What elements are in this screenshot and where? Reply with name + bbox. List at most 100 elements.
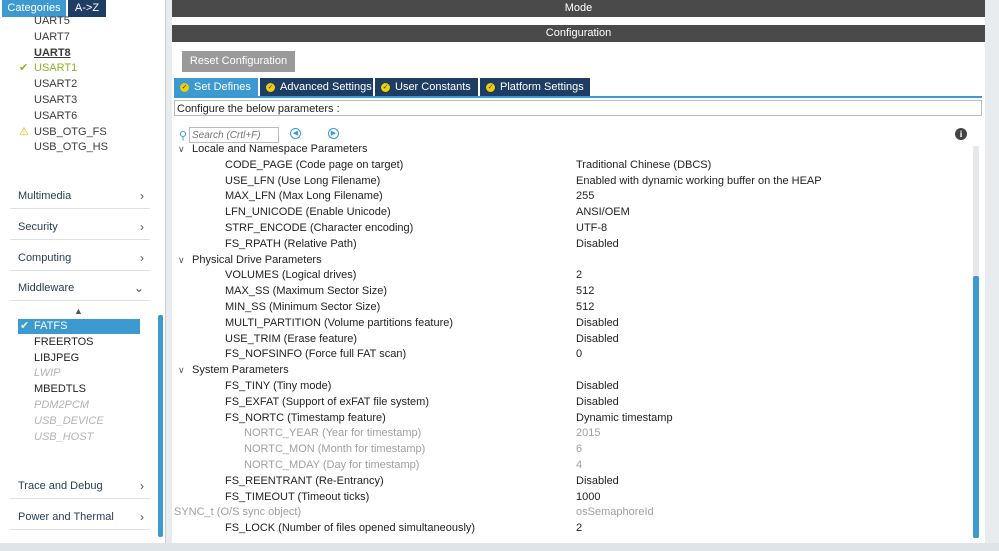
- left-scrollbar[interactable]: [158, 315, 163, 537]
- section-computing[interactable]: Computing ›: [10, 246, 150, 271]
- parameter-row[interactable]: MIN_SS (Minimum Sector Size) 512: [174, 300, 970, 315]
- peripheral-item[interactable]: USB_OTG_HS: [0, 140, 160, 155]
- categories-panel: Categories A->Z UART5 UART7 UART8 ✔ USART1 US…: [0, 0, 166, 543]
- parameter-row[interactable]: FS_REENTRANT (Re-Entrancy) Disabled: [174, 474, 970, 489]
- parameter-row[interactable]: MAX_LFN (Max Long Filename) 255: [174, 189, 970, 204]
- parameter-row[interactable]: VOLUMES (Logical drives) 2: [174, 268, 970, 283]
- config-tabs: ✓ Set Defines ✓ Advanced Settings ✓ User Co…: [174, 78, 982, 98]
- parameter-name: FS_EXFAT (Support of exFAT file system): [225, 395, 429, 408]
- peripheral-item[interactable]: USART3: [0, 93, 160, 108]
- parameter-row[interactable]: NORTC_MDAY (Day for timestamp) 4: [174, 458, 970, 473]
- peripheral-item[interactable]: USART2: [0, 77, 160, 92]
- parameter-group[interactable]: ∨ Locale and Namespace Parameters: [174, 143, 970, 157]
- parameter-value: 0: [576, 348, 583, 361]
- parameter-value: 4: [576, 459, 583, 471]
- parameter-row[interactable]: MAX_SS (Maximum Sector Size) 512: [174, 284, 970, 299]
- parameter-row[interactable]: FS_EXFAT (Support of exFAT file system) D…: [174, 395, 970, 410]
- parameter-row[interactable]: FS_TINY (Tiny mode) Disabled: [174, 379, 970, 394]
- parameter-name: MULTI_PARTITION (Volume partitions featu…: [225, 316, 454, 329]
- chevron-right-icon: ›: [140, 220, 144, 234]
- info-icon[interactable]: i: [955, 128, 967, 140]
- parameter-value: ANSI/OEM: [576, 206, 630, 219]
- parameter-group[interactable]: ∨ System Parameters: [174, 363, 970, 378]
- parameter-group[interactable]: ∨ Physical Drive Parameters: [174, 253, 970, 268]
- previous-icon[interactable]: ◀: [290, 128, 301, 139]
- middleware-item[interactable]: USB_DEVICE: [18, 414, 140, 429]
- parameter-value: Traditional Chinese (DBCS): [576, 158, 712, 171]
- peripheral-label: USART2: [34, 78, 78, 91]
- parameter-list: ∨ Locale and Namespace Parameters CODE_PAG…: [174, 143, 970, 539]
- parameter-value: 2015: [576, 427, 601, 440]
- parameter-row[interactable]: CODE_PAGE (Code page on target) Tradition…: [174, 158, 970, 173]
- middleware-label: FREERTOS: [34, 335, 94, 348]
- scrollbar-thumb[interactable]: [973, 276, 979, 538]
- parameter-name: USE_LFN (Use Long Filename): [225, 174, 381, 187]
- chevron-down-icon[interactable]: ∨: [178, 253, 185, 268]
- parameter-row[interactable]: NORTC_MON (Month for timestamp) 6: [174, 442, 970, 457]
- parameter-row[interactable]: USE_TRIM (Erase feature) Disabled: [174, 332, 970, 347]
- parameter-value: 255: [576, 190, 595, 203]
- peripheral-item[interactable]: ✔ USART1: [0, 61, 160, 76]
- parameter-row[interactable]: FS_NOFSINFO (Force full FAT scan) 0: [174, 347, 970, 362]
- middleware-item[interactable]: FREERTOS: [18, 335, 140, 350]
- peripheral-label: USART1: [34, 62, 78, 75]
- peripheral-item[interactable]: ⚠ USB_OTG_FS: [0, 125, 160, 140]
- tab-label: Set Defines: [194, 81, 251, 93]
- parameter-row[interactable]: FS_LOCK (Number of files opened simultan…: [174, 521, 970, 536]
- parameter-row[interactable]: FS_TIMEOUT (Timeout ticks) 1000: [174, 490, 970, 505]
- parameter-row[interactable]: MULTI_PARTITION (Volume partitions featu…: [174, 316, 970, 331]
- parameter-value: Disabled: [576, 474, 619, 487]
- tab-advanced-settings[interactable]: ✓ Advanced Settings: [260, 78, 373, 96]
- reset-configuration-button[interactable]: Reset Configuration: [182, 51, 295, 72]
- middleware-item[interactable]: LIBJPEG: [18, 351, 140, 366]
- parameter-value: Disabled: [576, 380, 619, 392]
- middleware-item[interactable]: ✔ FATFS: [18, 319, 140, 334]
- parameter-row[interactable]: NORTC_YEAR (Year for timestamp) 2015: [174, 426, 970, 441]
- tab-user-constants[interactable]: ✓ User Constants: [375, 78, 478, 96]
- middleware-item[interactable]: PDM2PCM: [18, 398, 140, 413]
- section-trace-debug[interactable]: Trace and Debug ›: [10, 474, 150, 499]
- tab-set-defines[interactable]: ✓ Set Defines: [174, 78, 258, 96]
- parameter-row[interactable]: STRF_ENCODE (Character encoding) UTF-8: [174, 221, 970, 236]
- middleware-item[interactable]: LWIP: [18, 366, 140, 381]
- middleware-item[interactable]: MBEDTLS: [18, 382, 140, 397]
- parameter-name: NORTC_MON (Month for timestamp): [244, 443, 426, 456]
- parameter-value: 6: [576, 443, 583, 456]
- right-scrollbar[interactable]: [973, 146, 979, 538]
- section-label: Middleware: [18, 282, 75, 294]
- bottom-strip: [0, 543, 999, 551]
- parameter-name: VOLUMES (Logical drives): [225, 269, 357, 282]
- parameter-row[interactable]: FS_RPATH (Relative Path) Disabled: [174, 237, 970, 252]
- parameter-value: Disabled: [576, 237, 619, 250]
- parameter-value: Enabled with dynamic working buffer on t…: [576, 174, 822, 187]
- middleware-item[interactable]: USB_HOST: [18, 430, 140, 445]
- section-middleware[interactable]: Middleware ⌄: [10, 276, 150, 301]
- parameter-row[interactable]: SYNC_t (O/S sync object) osSemaphoreId: [174, 505, 970, 520]
- section-power-thermal[interactable]: Power and Thermal ›: [10, 505, 150, 530]
- parameter-value: Disabled: [576, 332, 619, 345]
- parameter-name: FS_NOFSINFO (Force full FAT scan): [225, 348, 407, 361]
- parameter-name: STRF_ENCODE (Character encoding): [225, 222, 414, 234]
- section-label: Trace and Debug: [18, 480, 103, 492]
- parameter-name: MIN_SS (Minimum Sector Size): [225, 301, 381, 313]
- check-icon: ✔: [19, 62, 29, 75]
- peripheral-item[interactable]: USART6: [0, 109, 160, 124]
- parameter-row[interactable]: USE_LFN (Use Long Filename) Enabled with …: [174, 174, 970, 189]
- parameter-row[interactable]: FS_NORTC (Timestamp feature) Dynamic time…: [174, 411, 970, 426]
- check-icon: ✓: [180, 82, 189, 92]
- search-input[interactable]: [189, 127, 279, 143]
- parameter-name: USE_TRIM (Erase feature): [225, 332, 358, 345]
- next-icon[interactable]: ▶: [328, 128, 339, 139]
- peripheral-item[interactable]: UART7: [0, 30, 160, 45]
- peripheral-item[interactable]: UART8: [0, 46, 160, 61]
- middleware-label: USB_DEVICE: [34, 414, 104, 427]
- section-security[interactable]: Security ›: [10, 215, 150, 240]
- section-multimedia[interactable]: Multimedia ›: [10, 184, 150, 209]
- parameter-row[interactable]: LFN_UNICODE (Enable Unicode) ANSI/OEM: [174, 205, 970, 220]
- peripheral-label: USB_OTG_FS: [34, 125, 107, 138]
- scroll-up-icon[interactable]: ▲: [74, 306, 83, 316]
- chevron-down-icon[interactable]: ∨: [178, 363, 185, 378]
- chevron-down-icon[interactable]: ∨: [178, 143, 185, 157]
- tab-platform-settings[interactable]: ✓ Platform Settings: [480, 78, 590, 96]
- peripheral-item[interactable]: UART5: [0, 14, 160, 29]
